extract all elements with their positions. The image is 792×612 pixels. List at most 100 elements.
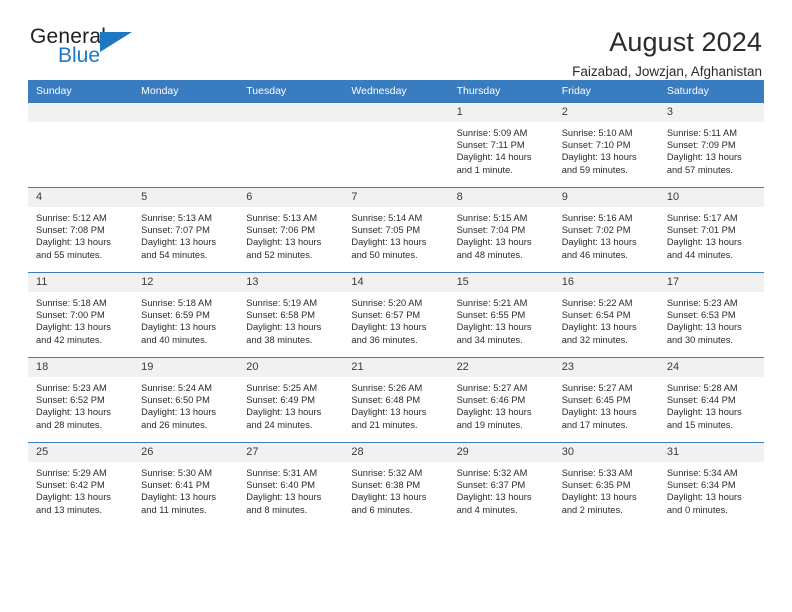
calendar-cell-day[interactable]: 23 Sunrise: 5:27 AM Sunset: 6:45 PM Dayligh… [553,357,659,443]
calendar-cell-day[interactable]: 6 Sunrise: 5:13 AM Sunset: 7:06 PM Daylight… [238,187,344,273]
calendar-cell-day[interactable]: 29 Sunrise: 5:32 AM Sunset: 6:37 PM Dayligh… [448,442,554,527]
calendar-cell-day[interactable]: 31 Sunrise: 5:34 AM Sunset: 6:34 PM Dayligh… [658,442,764,527]
calendar-cell-inner: 6 Sunrise: 5:13 AM Sunset: 7:06 PM Daylight… [238,188,344,272]
daylight-text-line2: and 40 minutes. [141,334,208,345]
daylight-text-line2: and 48 minutes. [456,249,523,260]
day-details: Sunrise: 5:12 AM Sunset: 7:08 PM Daylight:… [28,207,133,261]
daylight-text-line2: and 52 minutes. [246,249,313,260]
sunset-text: Sunset: 6:48 PM [351,395,421,406]
day-number: 28 [343,443,449,462]
daylight-text-line1: Daylight: 13 hours [456,237,532,248]
day-details: Sunrise: 5:27 AM Sunset: 6:46 PM Daylight:… [449,377,554,431]
sunset-text: Sunset: 6:58 PM [246,310,316,321]
calendar-cell-day[interactable]: 17 Sunrise: 5:23 AM Sunset: 6:53 PM Dayligh… [658,272,764,358]
daylight-text-line2: and 36 minutes. [351,334,418,345]
sunset-text: Sunset: 6:54 PM [561,310,631,321]
sunset-text: Sunset: 6:38 PM [351,480,421,491]
calendar-cell-day[interactable]: 1 Sunrise: 5:09 AM Sunset: 7:11 PM Daylight… [448,102,554,188]
day-details: Sunrise: 5:31 AM Sunset: 6:40 PM Daylight:… [238,462,343,516]
day-number: 9 [553,188,659,207]
calendar-cell-day[interactable]: 28 Sunrise: 5:32 AM Sunset: 6:38 PM Dayligh… [343,442,449,527]
calendar-cell-day[interactable]: 5 Sunrise: 5:13 AM Sunset: 7:07 PM Daylight… [133,187,239,273]
sunset-text: Sunset: 6:34 PM [666,480,736,491]
sunset-text: Sunset: 6:41 PM [141,480,210,491]
page-header: General Blue August 2024 Faizabad, Jowzj… [28,0,764,80]
day-details: Sunrise: 5:20 AM Sunset: 6:57 PM Daylight:… [343,292,448,346]
calendar-cell-day[interactable]: 30 Sunrise: 5:33 AM Sunset: 6:35 PM Dayligh… [553,442,659,527]
calendar-cell-inner: 25 Sunrise: 5:29 AM Sunset: 6:42 PM Dayligh… [28,443,134,527]
day-number: 18 [28,358,134,377]
calendar-cell-inner [238,103,344,187]
calendar-cell-day[interactable]: 21 Sunrise: 5:26 AM Sunset: 6:48 PM Dayligh… [343,357,449,443]
calendar-cell-day[interactable]: 25 Sunrise: 5:29 AM Sunset: 6:42 PM Dayligh… [28,442,134,527]
calendar-cell-inner [133,103,239,187]
day-details: Sunrise: 5:14 AM Sunset: 7:05 PM Daylight:… [343,207,448,261]
sunrise-text: Sunrise: 5:21 AM [456,298,528,308]
page-title: August 2024 [609,27,762,57]
daylight-text-line2: and 19 minutes. [456,419,523,430]
calendar-cell-day[interactable]: 12 Sunrise: 5:18 AM Sunset: 6:59 PM Dayligh… [133,272,239,358]
sunrise-text: Sunrise: 5:23 AM [36,383,107,393]
daylight-text-line1: Daylight: 13 hours [666,152,742,163]
calendar-cell-day[interactable]: 26 Sunrise: 5:30 AM Sunset: 6:41 PM Dayligh… [133,442,239,527]
daylight-text-line1: Daylight: 14 hours [456,152,532,163]
calendar-week-row: 18 Sunrise: 5:23 AM Sunset: 6:52 PM Dayligh… [28,357,764,443]
calendar-cell-day[interactable]: 16 Sunrise: 5:22 AM Sunset: 6:54 PM Dayligh… [553,272,659,358]
daylight-text-line2: and 0 minutes. [666,504,728,515]
sunset-text: Sunset: 7:06 PM [246,225,316,236]
daylight-text-line1: Daylight: 13 hours [666,407,742,418]
calendar-cell-day[interactable]: 13 Sunrise: 5:19 AM Sunset: 6:58 PM Dayligh… [238,272,344,358]
daylight-text-line1: Daylight: 13 hours [666,322,742,333]
calendar-cell-day[interactable]: 11 Sunrise: 5:18 AM Sunset: 7:00 PM Dayligh… [28,272,134,358]
day-details: Sunrise: 5:28 AM Sunset: 6:44 PM Daylight:… [659,377,764,431]
daylight-text-line2: and 28 minutes. [36,419,103,430]
calendar-cell-day[interactable]: 3 Sunrise: 5:11 AM Sunset: 7:09 PM Daylight… [658,102,764,188]
calendar-cell-day[interactable]: 9 Sunrise: 5:16 AM Sunset: 7:02 PM Daylight… [553,187,659,273]
calendar-week-row: 1 Sunrise: 5:09 AM Sunset: 7:11 PM Daylight… [28,102,764,188]
calendar-cell-day[interactable]: 7 Sunrise: 5:14 AM Sunset: 7:05 PM Daylight… [343,187,449,273]
calendar-cell-day[interactable]: 8 Sunrise: 5:15 AM Sunset: 7:04 PM Daylight… [448,187,554,273]
daylight-text-line1: Daylight: 13 hours [561,237,637,248]
daylight-text-line1: Daylight: 13 hours [456,492,532,503]
calendar-cell-day[interactable]: 4 Sunrise: 5:12 AM Sunset: 7:08 PM Daylight… [28,187,134,273]
sunrise-text: Sunrise: 5:33 AM [561,468,633,478]
calendar-cell-day[interactable]: 18 Sunrise: 5:23 AM Sunset: 6:52 PM Dayligh… [28,357,134,443]
day-number: 24 [658,358,764,377]
calendar-cell-inner: 24 Sunrise: 5:28 AM Sunset: 6:44 PM Dayligh… [658,358,764,442]
daylight-text-line2: and 44 minutes. [666,249,733,260]
calendar-cell-inner: 17 Sunrise: 5:23 AM Sunset: 6:53 PM Dayligh… [658,273,764,357]
calendar-cell-inner: 12 Sunrise: 5:18 AM Sunset: 6:59 PM Dayligh… [133,273,239,357]
daylight-text-line2: and 17 minutes. [561,419,628,430]
sunrise-text: Sunrise: 5:13 AM [246,213,318,223]
daylight-text-line1: Daylight: 13 hours [456,407,532,418]
calendar-cell-day[interactable]: 20 Sunrise: 5:25 AM Sunset: 6:49 PM Dayligh… [238,357,344,443]
daylight-text-line1: Daylight: 13 hours [351,492,427,503]
daylight-text-line2: and 1 minute. [456,164,513,175]
daylight-text-line2: and 34 minutes. [456,334,523,345]
daylight-text-line1: Daylight: 13 hours [561,407,637,418]
day-details: Sunrise: 5:21 AM Sunset: 6:55 PM Daylight:… [449,292,554,346]
calendar-cell-day[interactable]: 19 Sunrise: 5:24 AM Sunset: 6:50 PM Dayligh… [133,357,239,443]
sunrise-text: Sunrise: 5:19 AM [246,298,318,308]
calendar-cell-day[interactable]: 2 Sunrise: 5:10 AM Sunset: 7:10 PM Daylight… [553,102,659,188]
day-details: Sunrise: 5:23 AM Sunset: 6:53 PM Daylight:… [659,292,764,346]
calendar-cell-day[interactable]: 14 Sunrise: 5:20 AM Sunset: 6:57 PM Dayligh… [343,272,449,358]
day-number: 10 [658,188,764,207]
day-number: 25 [28,443,134,462]
calendar-cell-day[interactable]: 15 Sunrise: 5:21 AM Sunset: 6:55 PM Dayligh… [448,272,554,358]
sunrise-text: Sunrise: 5:09 AM [456,128,528,138]
day-details: Sunrise: 5:18 AM Sunset: 6:59 PM Daylight:… [133,292,238,346]
sunset-text: Sunset: 6:46 PM [456,395,526,406]
calendar-cell-day[interactable]: 24 Sunrise: 5:28 AM Sunset: 6:44 PM Dayligh… [658,357,764,443]
daylight-text-line2: and 8 minutes. [246,504,308,515]
calendar-cell-day[interactable]: 27 Sunrise: 5:31 AM Sunset: 6:40 PM Dayligh… [238,442,344,527]
calendar-cell-inner: 3 Sunrise: 5:11 AM Sunset: 7:09 PM Daylight… [658,103,764,187]
sunrise-text: Sunrise: 5:27 AM [561,383,633,393]
day-number: 13 [238,273,344,292]
sunrise-text: Sunrise: 5:30 AM [141,468,212,478]
calendar-cell-day[interactable]: 10 Sunrise: 5:17 AM Sunset: 7:01 PM Dayligh… [658,187,764,273]
sunrise-text: Sunrise: 5:24 AM [141,383,212,393]
brand-logo[interactable]: General Blue [28,26,190,78]
day-number: 30 [553,443,659,462]
calendar-cell-day[interactable]: 22 Sunrise: 5:27 AM Sunset: 6:46 PM Dayligh… [448,357,554,443]
